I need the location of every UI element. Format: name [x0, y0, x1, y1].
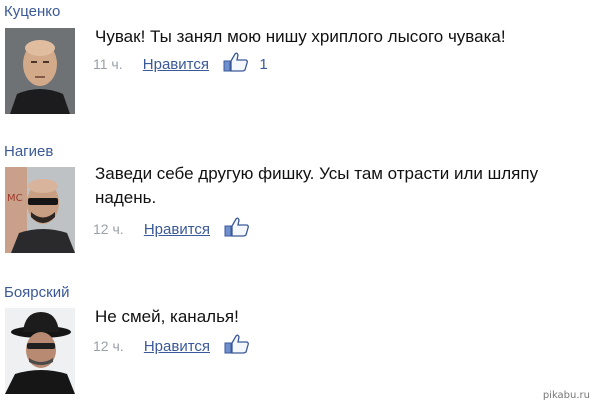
like-link[interactable]: Нравится — [144, 221, 210, 238]
like-count: 1 — [259, 55, 268, 73]
avatar[interactable] — [5, 308, 75, 394]
comment-meta: 12 ч. Нравится — [93, 334, 260, 355]
like-link[interactable]: Нравится — [143, 56, 209, 73]
comment-text: Не смей, каналья! — [95, 307, 239, 326]
thumbs-up-icon[interactable] — [224, 217, 250, 241]
like-link[interactable]: Нравится — [144, 338, 210, 355]
avatar[interactable] — [5, 28, 75, 114]
comment-author[interactable]: Нагиев — [4, 143, 53, 160]
thumbs-up-icon[interactable] — [223, 52, 249, 76]
comment-author[interactable]: Куценко — [4, 3, 60, 20]
comment-meta: 11 ч. Нравится 1 — [93, 52, 268, 73]
comment-time: 12 ч. — [93, 221, 124, 237]
avatar[interactable]: MC — [5, 167, 75, 253]
comment: Куценко Чувак! Ты занял мою нишу хриплог… — [0, 3, 596, 123]
comment-text: Чувак! Ты занял мою нишу хриплого лысого… — [95, 27, 506, 46]
comment-meta: 12 ч. Нравится — [93, 217, 260, 238]
thumbs-up-icon[interactable] — [224, 334, 250, 358]
comment-text: Заведи себе другую фишку. Усы там отраст… — [95, 164, 539, 207]
comment: Нагиев MC Заведи себе другую фишку. Усы … — [0, 143, 596, 263]
comment: Боярский Не смей, каналья! 12 ч. Нравитс… — [0, 284, 596, 404]
comment-author[interactable]: Боярский — [4, 284, 69, 301]
svg-text:MC: MC — [7, 193, 23, 204]
comment-time: 12 ч. — [93, 338, 124, 354]
watermark: pikabu.ru — [542, 390, 590, 401]
comment-time: 11 ч. — [93, 56, 123, 72]
